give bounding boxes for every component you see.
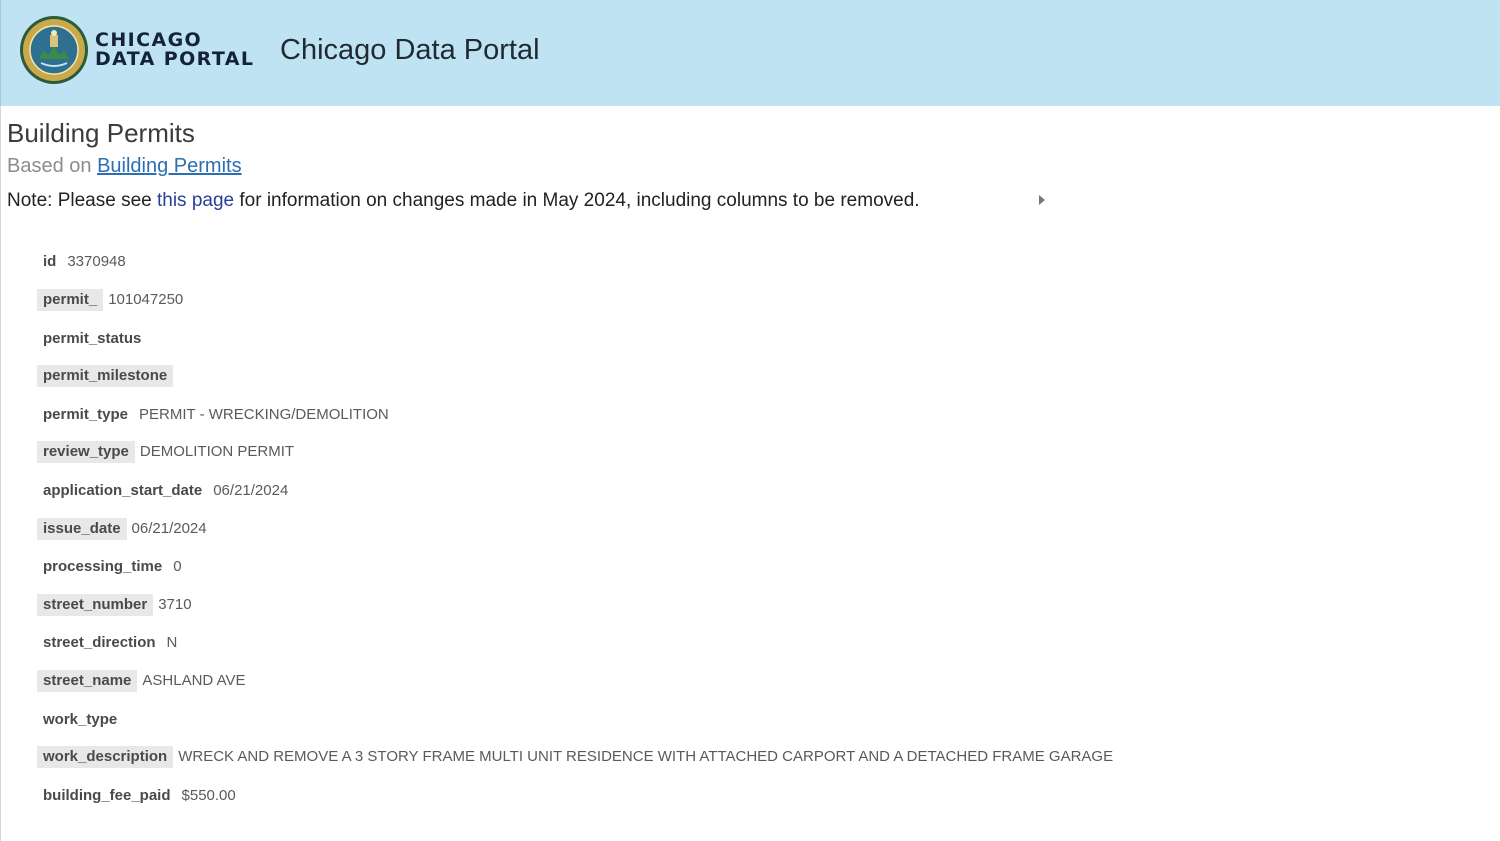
page-title: Building Permits bbox=[7, 118, 195, 148]
field-row-permit-milestone: permit_milestone bbox=[37, 365, 178, 387]
field-key: processing_time bbox=[43, 558, 163, 575]
expand-caret-icon[interactable] bbox=[1039, 195, 1045, 205]
field-key: permit_ bbox=[37, 289, 104, 311]
site-header: CHICAGO DATA PORTAL Chicago Data Portal bbox=[0, 0, 1500, 106]
field-row-review-type: review_type DEMOLITION PERMIT bbox=[37, 441, 294, 463]
field-row-permit-type: permit_type PERMIT - WRECKING/DEMOLITION bbox=[37, 404, 389, 426]
field-value: 3370948 bbox=[67, 253, 126, 270]
field-key: issue_date bbox=[37, 518, 127, 540]
field-row-permit-: permit_ 101047250 bbox=[37, 289, 183, 311]
parent-dataset-link[interactable]: Building Permits bbox=[97, 155, 242, 177]
field-key: id bbox=[43, 253, 57, 270]
field-key: street_direction bbox=[43, 634, 156, 651]
field-value: 06/21/2024 bbox=[213, 482, 289, 499]
field-key: street_number bbox=[37, 594, 154, 616]
field-key: permit_milestone bbox=[37, 365, 174, 387]
field-row-issue-date: issue_date 06/21/2024 bbox=[37, 518, 207, 540]
portal-logo-text[interactable]: CHICAGO DATA PORTAL bbox=[95, 31, 254, 69]
note-link[interactable]: this page bbox=[157, 190, 234, 211]
field-value: 0 bbox=[173, 558, 182, 575]
based-on-line: Based on Building Permits bbox=[7, 155, 242, 178]
field-value: 06/21/2024 bbox=[131, 520, 207, 537]
field-value: PERMIT - WRECKING/DEMOLITION bbox=[139, 406, 389, 423]
field-row-work-description: work_description WRECK AND REMOVE A 3 STO… bbox=[37, 746, 1113, 768]
field-value: 3710 bbox=[158, 596, 192, 613]
field-key: permit_type bbox=[43, 406, 129, 423]
field-row-street-number: street_number 3710 bbox=[37, 594, 192, 616]
note-suffix: for information on changes made in May 2… bbox=[234, 190, 920, 211]
field-value: $550.00 bbox=[181, 787, 236, 804]
field-key: permit_status bbox=[43, 330, 142, 347]
field-key: work_description bbox=[37, 746, 174, 768]
dataset-note: Note: Please see this page for informati… bbox=[7, 190, 920, 212]
field-row-street-direction: street_direction N bbox=[37, 632, 177, 654]
field-value: WRECK AND REMOVE A 3 STORY FRAME MULTI U… bbox=[178, 748, 1114, 765]
field-value: 101047250 bbox=[108, 291, 184, 308]
field-key: application_start_date bbox=[43, 482, 203, 499]
field-row-building-fee-paid: building_fee_paid $550.00 bbox=[37, 785, 236, 807]
field-key: review_type bbox=[37, 441, 135, 463]
field-value: DEMOLITION PERMIT bbox=[139, 443, 295, 460]
field-key: street_name bbox=[37, 670, 138, 692]
field-row-application-start-date: application_start_date 06/21/2024 bbox=[37, 480, 288, 502]
based-on-prefix: Based on bbox=[7, 155, 92, 177]
city-seal-icon[interactable] bbox=[19, 15, 89, 85]
field-key: work_type bbox=[43, 711, 118, 728]
field-value: N bbox=[166, 634, 178, 651]
note-prefix: Note: Please see bbox=[7, 190, 157, 211]
field-row-permit-status: permit_status bbox=[37, 328, 152, 350]
field-key: building_fee_paid bbox=[43, 787, 171, 804]
site-title[interactable]: Chicago Data Portal bbox=[280, 34, 540, 67]
logo-line-2: DATA PORTAL bbox=[95, 48, 255, 70]
field-row-work-type: work_type bbox=[37, 709, 128, 731]
field-row-processing-time: processing_time 0 bbox=[37, 556, 182, 578]
left-divider bbox=[0, 106, 1, 841]
field-row-street-name: street_name ASHLAND AVE bbox=[37, 670, 246, 692]
field-value: ASHLAND AVE bbox=[142, 672, 246, 689]
field-row-id: id 3370948 bbox=[37, 251, 126, 273]
